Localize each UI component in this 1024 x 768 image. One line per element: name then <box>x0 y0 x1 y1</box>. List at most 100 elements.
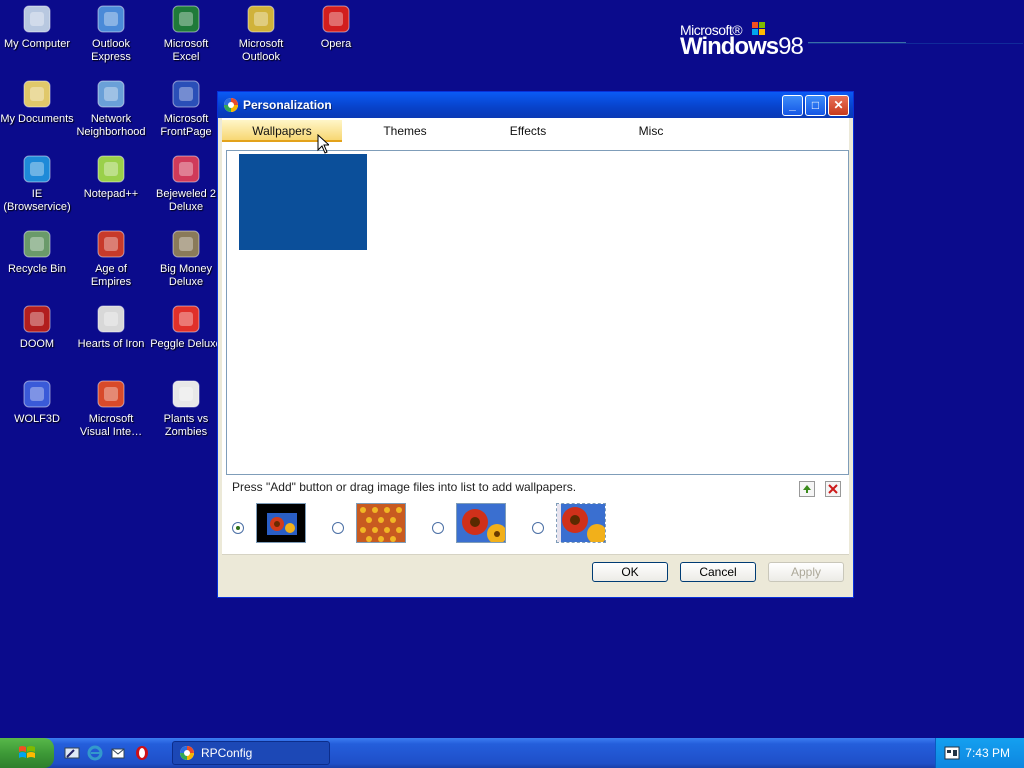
close-icon: ✕ <box>833 98 844 112</box>
desktop-icon-folder[interactable]: My Documents <box>0 78 74 126</box>
desktop-icon-label: Network Neighborhood <box>76 113 146 138</box>
desktop-icon-age-of-empires[interactable]: Age of Empires <box>74 228 148 289</box>
desktop-icon-wolf3d[interactable]: WOLF3D <box>0 378 74 426</box>
desktop-icon-hearts-of-iron[interactable]: Hearts of Iron <box>74 303 148 351</box>
peggle-icon <box>170 303 202 335</box>
outlook-express-icon <box>95 3 127 35</box>
flower-fill-preview <box>557 504 605 542</box>
taskbar: RPConfig 7:43 PM <box>0 738 1024 768</box>
app-icon <box>224 98 238 112</box>
desktop-icon-label: My Documents <box>0 113 74 125</box>
desktop-icon-label: WOLF3D <box>14 413 60 425</box>
plants-vs-zombies-icon <box>170 378 202 410</box>
desktop-icon-label: Microsoft Excel <box>163 38 209 63</box>
desktop-icon-label: Microsoft Outlook <box>238 38 284 63</box>
wallpaper-hint: Press "Add" button or drag image files i… <box>232 480 577 494</box>
desktop-icon-bejeweled[interactable]: Bejeweled 2 Deluxe <box>149 153 223 214</box>
wolf3d-icon <box>21 378 53 410</box>
desktop-icon-label: Microsoft Visual Inte… <box>79 413 143 438</box>
windows-flag-icon <box>19 746 35 758</box>
network-icon <box>95 78 127 110</box>
desktop-icon-outlook[interactable]: Microsoft Outlook <box>224 3 298 64</box>
tray-app-icon[interactable] <box>944 745 960 761</box>
desktop-icon-label: My Computer <box>3 38 71 50</box>
ok-button[interactable]: OK <box>592 562 668 582</box>
desktop-icon-label: IE (Browservice) <box>3 188 71 213</box>
desktop-icon-label: DOOM <box>19 338 55 350</box>
personalization-window[interactable]: Personalization _ □ ✕ Wallpapers Themes … <box>217 91 854 598</box>
recycle-bin-icon <box>21 228 53 260</box>
minimize-button[interactable]: _ <box>782 94 803 116</box>
outlook-icon <box>245 3 277 35</box>
style-radio-tile[interactable] <box>332 522 344 534</box>
style-center-thumbnail[interactable] <box>256 503 306 543</box>
desktop-icon-money-bag[interactable]: Big Money Deluxe <box>149 228 223 289</box>
opera-quicklaunch-icon[interactable] <box>134 745 150 761</box>
ie-quicklaunch-icon[interactable] <box>87 745 103 761</box>
folder-icon <box>21 78 53 110</box>
arrow-up-icon <box>803 485 811 493</box>
wallpaper-list[interactable] <box>226 150 849 475</box>
style-radio-center[interactable] <box>232 522 244 534</box>
cancel-button[interactable]: Cancel <box>680 562 756 582</box>
wallpaper-thumbnail-selected[interactable] <box>239 154 367 250</box>
tab-effects[interactable]: Effects <box>468 120 588 142</box>
taskbar-item-label: RPConfig <box>201 746 253 760</box>
desktop-icon-doom[interactable]: DOOM <box>0 303 74 351</box>
style-fill-thumbnail[interactable] <box>556 503 606 543</box>
desktop-icon-label: Hearts of Iron <box>77 338 145 350</box>
maximize-icon: □ <box>811 98 820 112</box>
desktop-icon-recycle-bin[interactable]: Recycle Bin <box>0 228 74 276</box>
outlook-express-quicklaunch-icon[interactable] <box>110 745 126 761</box>
excel-icon <box>170 3 202 35</box>
show-desktop-icon[interactable] <box>64 745 80 761</box>
desktop-icon-excel[interactable]: Microsoft Excel <box>149 3 223 64</box>
windows-flag-icon <box>752 22 765 35</box>
mouse-cursor-icon <box>317 134 329 154</box>
frontpage-icon <box>170 78 202 110</box>
desktop-icon-plants-vs-zombies[interactable]: Plants vs Zombies <box>149 378 223 439</box>
window-title: Personalization <box>243 98 332 112</box>
desktop-icon-ie[interactable]: IE (Browservice) <box>0 153 74 214</box>
desktop-icon-label: Peggle Deluxe <box>150 338 222 350</box>
start-button[interactable] <box>0 738 54 768</box>
desktop-icon-peggle[interactable]: Peggle Deluxe <box>149 303 223 351</box>
desktop-icon-visual-interdev[interactable]: Microsoft Visual Inte… <box>74 378 148 439</box>
ie-icon <box>21 153 53 185</box>
style-radio-fill[interactable] <box>532 522 544 534</box>
desktop-icon-frontpage[interactable]: Microsoft FrontPage <box>149 78 223 139</box>
apply-button[interactable]: Apply <box>768 562 844 582</box>
style-tile-thumbnail[interactable] <box>356 503 406 543</box>
doom-icon <box>21 303 53 335</box>
desktop-icon-opera[interactable]: Opera <box>299 3 373 51</box>
desktop-icon-label: Bejeweled 2 Deluxe <box>156 188 216 213</box>
desktop-icon-outlook-express[interactable]: Outlook Express <box>74 3 148 64</box>
age-of-empires-icon <box>95 228 127 260</box>
desktop-icon-notepad[interactable]: Notepad++ <box>74 153 148 201</box>
desktop-icon-label: Opera <box>320 38 352 50</box>
visual-interdev-icon <box>95 378 127 410</box>
title-bar[interactable]: Personalization _ □ ✕ <box>218 92 853 118</box>
minimize-icon: _ <box>789 98 796 112</box>
close-button[interactable]: ✕ <box>828 94 849 116</box>
maximize-button[interactable]: □ <box>805 94 826 116</box>
desktop-icon-network[interactable]: Network Neighborhood <box>74 78 148 139</box>
clock[interactable]: 7:43 PM <box>965 746 1010 760</box>
remove-button[interactable] <box>825 481 841 497</box>
taskbar-item-rpconfig[interactable]: RPConfig <box>172 741 330 765</box>
dialog-footer: OK Cancel Apply <box>222 554 849 593</box>
window-client: Wallpapers Themes Effects Misc Press "Ad… <box>222 118 849 593</box>
move-up-button[interactable] <box>799 481 815 497</box>
logo-version: 98 <box>778 33 804 60</box>
bejeweled-icon <box>170 153 202 185</box>
opera-icon <box>320 3 352 35</box>
desktop-icon-label: Plants vs Zombies <box>163 413 209 438</box>
style-stretch-thumbnail[interactable] <box>456 503 506 543</box>
style-radio-stretch[interactable] <box>432 522 444 534</box>
desktop-icon-label: Age of Empires <box>90 263 132 288</box>
tab-misc[interactable]: Misc <box>591 120 711 142</box>
desktop-icon-computer[interactable]: My Computer <box>0 3 74 51</box>
rpconfig-icon <box>180 746 194 760</box>
tab-themes[interactable]: Themes <box>345 120 465 142</box>
logo-windows: Windows <box>680 33 779 60</box>
